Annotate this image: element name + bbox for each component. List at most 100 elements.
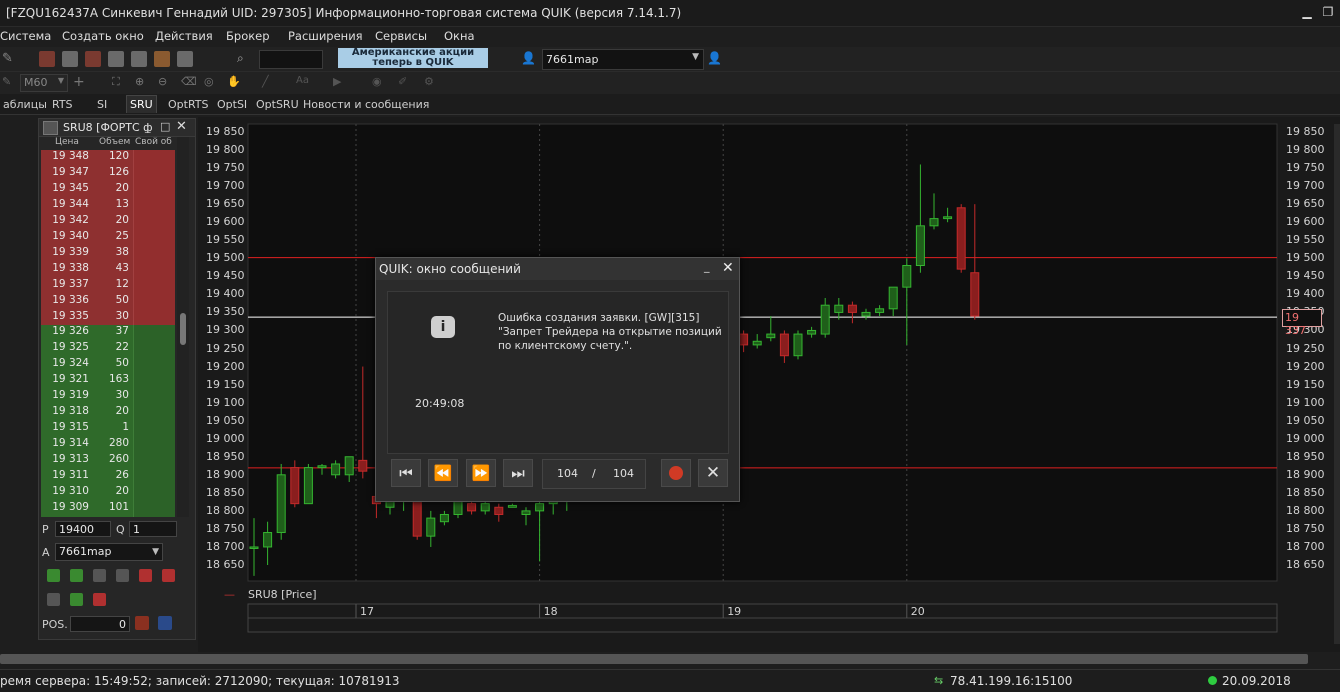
y-tick-label: 19 800 <box>206 143 245 157</box>
y-tick-label: 19 150 <box>206 377 245 391</box>
candle-body <box>480 503 490 512</box>
current-price-tag: 19 337 <box>1282 309 1322 337</box>
dialog-title-bar[interactable]: QUIK: окно сообщений _ ✕ <box>376 258 739 280</box>
close-dialog-button[interactable]: ✕ <box>698 459 728 487</box>
legend-line-icon: — <box>224 588 235 601</box>
y-tick-label: 19 500 <box>1286 251 1325 265</box>
server-address: 78.41.199.16:15100 <box>950 674 1073 688</box>
close-icon[interactable]: ✕ <box>722 260 734 276</box>
y-tick-label: 19 200 <box>206 359 245 373</box>
candle-body <box>779 333 789 357</box>
y-tick-label: 19 800 <box>1286 143 1325 157</box>
counter-current: 104 <box>557 467 578 480</box>
y-tick-label: 19 700 <box>206 179 245 193</box>
dialog-title: QUIK: окно сообщений <box>379 262 521 276</box>
candle-body <box>847 304 857 313</box>
message-dialog: QUIK: окно сообщений _ ✕ i 20:49:08 Ошиб… <box>375 257 740 502</box>
server-time-status: ремя сервера: 15:49:52; записей: 2712090… <box>0 674 400 688</box>
x-tick-label: 19 <box>727 605 742 618</box>
y-tick-label: 18 950 <box>1286 449 1325 463</box>
y-tick-label: 18 900 <box>206 467 245 481</box>
y-tick-label: 19 650 <box>1286 197 1325 211</box>
candle-body <box>943 216 953 220</box>
y-tick-label: 19 050 <box>1286 413 1325 427</box>
candle-body <box>358 459 368 472</box>
y-tick-label: 19 550 <box>1286 233 1325 247</box>
candle-body <box>807 329 817 335</box>
candle-body <box>412 499 422 537</box>
y-tick-label: 18 900 <box>1286 467 1325 481</box>
y-tick-label: 19 250 <box>1286 341 1325 355</box>
candle-body <box>535 503 545 512</box>
record-icon <box>669 466 683 480</box>
y-tick-label: 18 750 <box>206 521 245 535</box>
y-tick-label: 19 450 <box>1286 269 1325 283</box>
y-tick-label: 18 800 <box>1286 503 1325 517</box>
x-axis-band-secondary <box>247 617 1278 633</box>
y-tick-label: 19 150 <box>1286 377 1325 391</box>
candle-body <box>739 333 749 346</box>
candle-body <box>249 546 259 549</box>
x-tick-label: 18 <box>543 605 558 618</box>
y-tick-label: 19 100 <box>206 395 245 409</box>
candle-body <box>956 207 966 270</box>
candle-body <box>834 304 844 313</box>
candle-body <box>929 218 939 227</box>
y-tick-label: 18 800 <box>206 503 245 517</box>
current-price-value: 19 337 <box>1285 311 1306 337</box>
last-message-button[interactable]: ⏭ <box>503 459 533 487</box>
y-tick-label: 19 500 <box>206 251 245 265</box>
y-tick-label: 19 850 <box>1286 125 1325 138</box>
y-tick-label: 18 850 <box>206 485 245 499</box>
next-message-button[interactable]: ⏩ <box>466 459 496 487</box>
connection-icon: ⇆ <box>934 674 944 687</box>
y-tick-label: 19 000 <box>206 431 245 445</box>
candle-body <box>303 467 313 505</box>
legend-instrument: SRU8 [Price] <box>248 588 317 601</box>
record-button[interactable] <box>661 459 691 487</box>
candle-body <box>276 474 286 534</box>
horizontal-scrollbar[interactable] <box>0 654 1308 664</box>
y-tick-label: 19 350 <box>206 305 245 319</box>
y-tick-label: 18 700 <box>1286 539 1325 553</box>
x-tick-label: 17 <box>360 605 374 618</box>
y-tick-label: 19 000 <box>1286 431 1325 445</box>
message-counter: 104 / 104 <box>542 459 646 489</box>
y-tick-label: 19 250 <box>206 341 245 355</box>
candle-body <box>263 532 273 548</box>
y-tick-label: 19 750 <box>206 161 245 175</box>
message-panel: i 20:49:08 Ошибка создания заявки. [GW][… <box>387 291 729 454</box>
minimize-icon[interactable]: _ <box>704 260 710 273</box>
candle-body <box>344 456 354 476</box>
candle-body <box>766 333 776 339</box>
candle-body <box>453 499 463 515</box>
previous-message-button[interactable]: ⏪ <box>428 459 458 487</box>
first-message-button[interactable]: ⏮ <box>391 459 421 487</box>
candle-body <box>439 513 449 523</box>
y-tick-label: 19 300 <box>206 323 245 337</box>
status-indicator-icon <box>1208 676 1217 685</box>
counter-total: 104 <box>613 467 634 480</box>
y-tick-label: 19 050 <box>206 413 245 427</box>
y-tick-label: 19 650 <box>206 197 245 211</box>
y-tick-label: 19 450 <box>206 269 245 283</box>
y-tick-label: 19 550 <box>206 233 245 247</box>
candle-body <box>317 465 327 469</box>
candle-body <box>521 510 531 515</box>
y-tick-label: 19 700 <box>1286 179 1325 193</box>
y-tick-label: 19 750 <box>1286 161 1325 175</box>
candle-body <box>467 503 477 512</box>
chart-vertical-scrollbar[interactable] <box>1334 124 1340 644</box>
y-tick-label: 19 850 <box>206 125 245 138</box>
y-tick-label: 19 200 <box>1286 359 1325 373</box>
status-date: 20.09.2018 <box>1222 674 1291 688</box>
candle-body <box>494 506 504 515</box>
candle-body <box>875 308 885 313</box>
y-tick-label: 19 400 <box>206 287 245 301</box>
x-tick-label: 20 <box>910 605 925 618</box>
counter-separator: / <box>592 467 596 480</box>
candle-body <box>331 463 341 476</box>
candle-body <box>507 504 517 508</box>
y-tick-label: 18 850 <box>1286 485 1325 499</box>
candle-body <box>820 304 830 335</box>
